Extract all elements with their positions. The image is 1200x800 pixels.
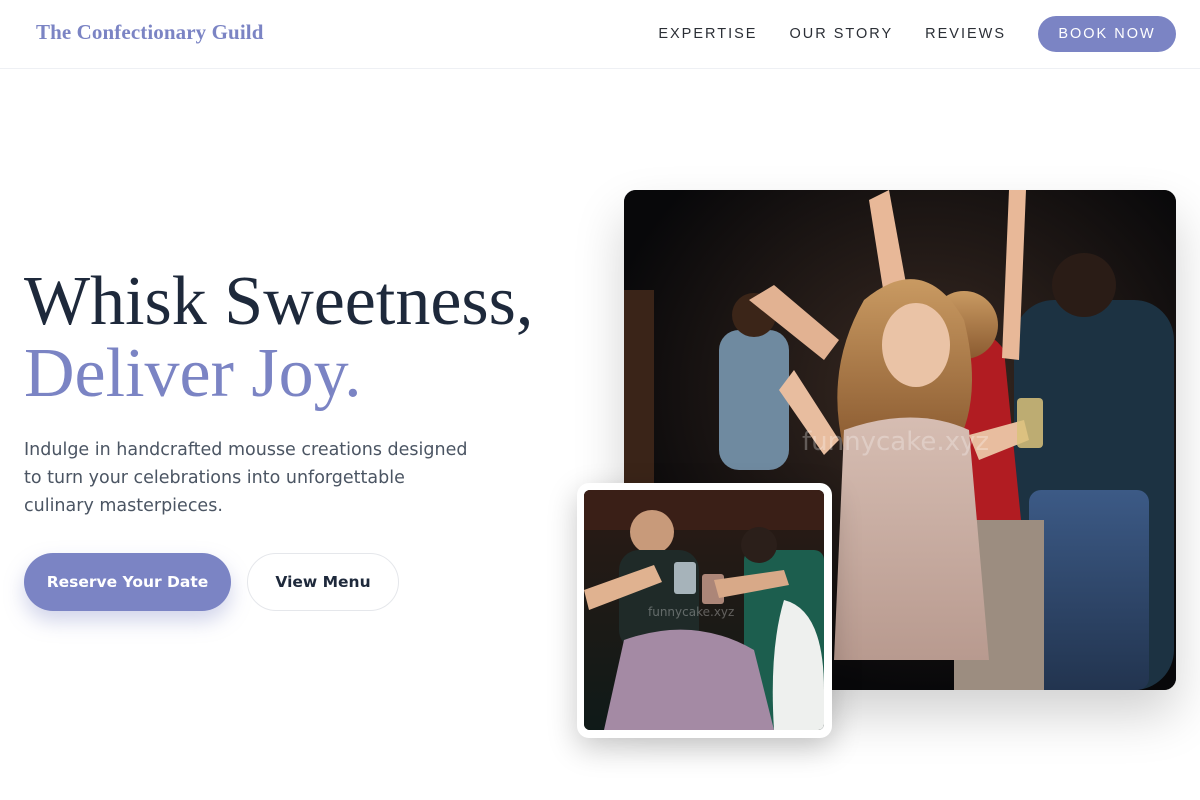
- hero-small-photo-card: funnycake.xyz: [577, 483, 832, 738]
- brand-logo-text[interactable]: The Confectionary Guild: [36, 20, 263, 45]
- party-toast-image: funnycake.xyz: [584, 490, 824, 730]
- hero-title-line2: Deliver Joy.: [24, 335, 362, 412]
- reserve-date-button[interactable]: Reserve Your Date: [24, 553, 231, 611]
- svg-text:funnycake.xyz: funnycake.xyz: [802, 427, 989, 457]
- nav-link-expertise[interactable]: EXPERTISE: [658, 16, 757, 52]
- book-now-button[interactable]: BOOK NOW: [1038, 16, 1176, 52]
- view-menu-button[interactable]: View Menu: [247, 553, 399, 611]
- hero-subtitle: Indulge in handcrafted mousse creations …: [24, 440, 468, 516]
- main-nav: EXPERTISE OUR STORY REVIEWS BOOK NOW: [658, 16, 1176, 52]
- site-header: The Confectionary Guild EXPERTISE OUR ST…: [0, 0, 1200, 69]
- nav-link-our-story[interactable]: OUR STORY: [789, 16, 893, 52]
- hero-title: Whisk Sweetness, Deliver Joy.: [24, 266, 533, 410]
- svg-text:funnycake.xyz: funnycake.xyz: [648, 605, 734, 619]
- nav-link-reviews[interactable]: REVIEWS: [925, 16, 1006, 52]
- hero-small-photo: funnycake.xyz: [584, 490, 824, 730]
- hero-title-line1: Whisk Sweetness,: [24, 263, 534, 340]
